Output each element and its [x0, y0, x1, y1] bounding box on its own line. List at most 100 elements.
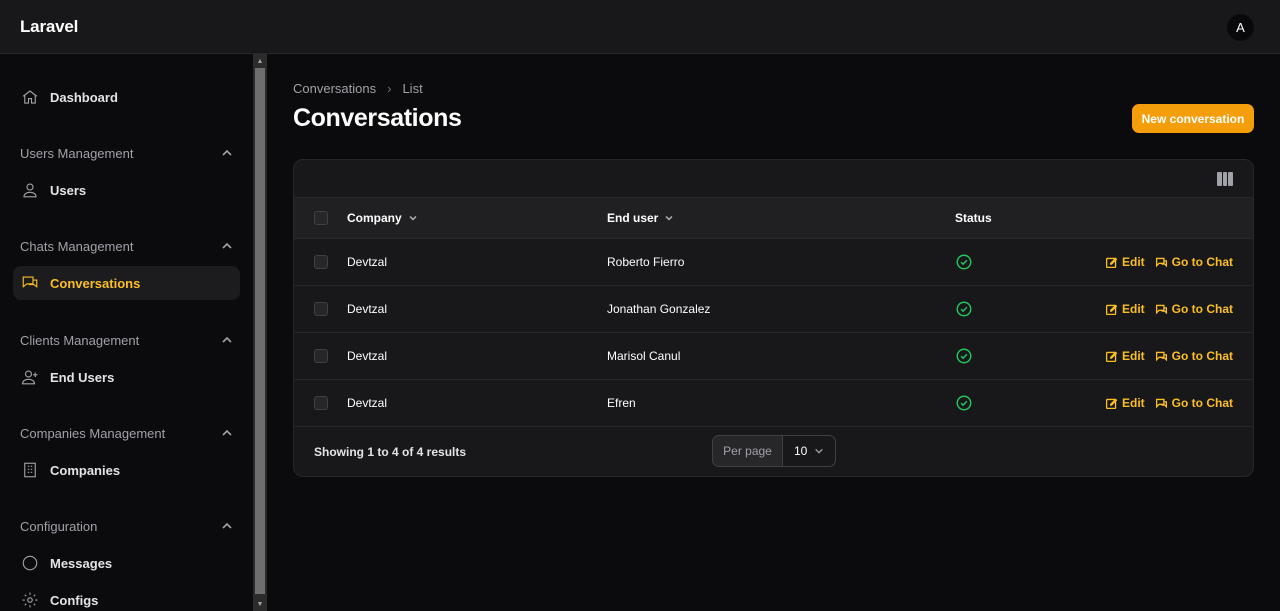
chat-bubbles-icon — [21, 274, 39, 292]
edit-label: Edit — [1122, 396, 1145, 410]
sidebar-item-messages[interactable]: Messages — [13, 546, 240, 580]
table-row: Devtzal Marisol Canul Edit Go to Chat — [294, 333, 1253, 380]
edit-button[interactable]: Edit — [1105, 302, 1145, 316]
columns-toggle-icon[interactable] — [1217, 172, 1234, 186]
new-conversation-button[interactable]: New conversation — [1132, 104, 1254, 133]
sidebar-item-conversations[interactable]: Conversations — [13, 266, 240, 300]
sidebar-item-companies[interactable]: Companies — [13, 453, 240, 487]
edit-button[interactable]: Edit — [1105, 255, 1145, 269]
sidebar-item-label: Companies — [50, 462, 121, 478]
cell-company: Devtzal — [347, 255, 388, 269]
check-circle-icon — [956, 254, 972, 270]
edit-label: Edit — [1122, 302, 1145, 316]
cell-company: Devtzal — [347, 349, 388, 363]
check-circle-icon — [956, 395, 972, 411]
chevron-up-icon — [222, 149, 232, 156]
row-actions: Edit Go to Chat — [1105, 396, 1233, 410]
chevron-down-icon — [665, 215, 673, 221]
edit-button[interactable]: Edit — [1105, 349, 1145, 363]
sidebar-item-label: Messages — [50, 555, 113, 571]
edit-icon — [1105, 304, 1118, 315]
pagination-summary: Showing 1 to 4 of 4 results — [314, 445, 467, 459]
per-page-value[interactable]: 10 — [783, 436, 835, 466]
go-to-chat-label: Go to Chat — [1171, 255, 1233, 269]
edit-button[interactable]: Edit — [1105, 396, 1145, 410]
column-header-end-user[interactable]: End user — [607, 211, 674, 225]
sidebar-item-end-users[interactable]: End Users — [13, 360, 240, 394]
sidebar-item-configs[interactable]: Configs — [13, 583, 240, 611]
edit-label: Edit — [1122, 349, 1145, 363]
edit-icon — [1105, 257, 1118, 268]
sidebar-group-users-management[interactable]: Users Management — [20, 143, 233, 163]
select-all-checkbox[interactable] — [314, 211, 328, 225]
breadcrumb-list: List — [402, 81, 423, 96]
chevron-down-icon — [815, 448, 823, 454]
column-label: End user — [607, 211, 659, 225]
row-checkbox[interactable] — [314, 255, 328, 269]
sidebar-scrollbar[interactable]: ▲ ▼ — [253, 54, 267, 611]
sidebar-item-dashboard[interactable]: Dashboard — [13, 80, 240, 114]
scrollbar-thumb[interactable] — [255, 68, 265, 594]
scroll-down-arrow-icon[interactable]: ▼ — [253, 597, 267, 611]
row-checkbox[interactable] — [314, 302, 328, 316]
column-header-status: Status — [955, 211, 992, 225]
user-plus-icon — [21, 368, 39, 386]
cell-status — [955, 394, 973, 412]
sidebar-group-chats-management[interactable]: Chats Management — [20, 236, 233, 256]
table-toolbar — [294, 160, 1253, 198]
breadcrumb-conversations[interactable]: Conversations — [293, 81, 376, 96]
row-actions: Edit Go to Chat — [1105, 302, 1233, 316]
go-to-chat-button[interactable]: Go to Chat — [1155, 255, 1233, 269]
sidebar-group-configuration[interactable]: Configuration — [20, 516, 233, 536]
table-footer: Showing 1 to 4 of 4 results Per page 10 — [294, 427, 1253, 476]
chevron-right-icon: › — [387, 81, 392, 96]
group-label: Users Management — [20, 145, 134, 161]
cell-status — [955, 253, 973, 271]
chat-bubbles-icon — [1155, 304, 1167, 314]
scroll-up-arrow-icon[interactable]: ▲ — [253, 54, 267, 68]
column-label: Company — [347, 211, 402, 225]
user-icon — [21, 181, 39, 199]
chat-bubbles-icon — [1155, 398, 1167, 408]
sidebar-item-label: Users — [50, 182, 87, 198]
breadcrumb: Conversations › List — [293, 81, 423, 96]
chat-bubbles-icon — [1155, 351, 1167, 361]
row-checkbox[interactable] — [314, 396, 328, 410]
chevron-up-icon — [222, 522, 232, 529]
cell-end-user: Marisol Canul — [607, 349, 681, 363]
table-header: Company End user Status — [294, 198, 1253, 239]
chevron-up-icon — [222, 242, 232, 249]
table-row: Devtzal Roberto Fierro Edit Go to Chat — [294, 239, 1253, 286]
top-bar: Laravel A — [0, 0, 1280, 54]
sidebar-group-companies-management[interactable]: Companies Management — [20, 423, 233, 443]
per-page-select[interactable]: Per page 10 — [712, 435, 836, 467]
sidebar: Dashboard Users Management Users Chats M… — [0, 54, 253, 611]
go-to-chat-button[interactable]: Go to Chat — [1155, 396, 1233, 410]
cell-company: Devtzal — [347, 302, 388, 316]
edit-icon — [1105, 351, 1118, 362]
avatar[interactable]: A — [1227, 14, 1254, 41]
column-header-company[interactable]: Company — [347, 211, 418, 225]
chat-dots-icon — [21, 554, 39, 572]
cell-end-user: Jonathan Gonzalez — [607, 302, 711, 316]
table-row: Devtzal Efren Edit Go to Chat — [294, 380, 1253, 427]
chevron-down-icon — [409, 215, 417, 221]
main-content: Conversations › List Conversations New c… — [267, 54, 1280, 611]
sidebar-item-label: Conversations — [50, 275, 141, 291]
sidebar-group-clients-management[interactable]: Clients Management — [20, 330, 233, 350]
per-page-value-text: 10 — [794, 444, 808, 458]
chevron-up-icon — [222, 429, 232, 436]
column-label: Status — [955, 211, 992, 225]
home-icon — [21, 88, 39, 106]
brand-logo[interactable]: Laravel — [20, 17, 78, 37]
go-to-chat-label: Go to Chat — [1171, 349, 1233, 363]
cell-end-user: Roberto Fierro — [607, 255, 685, 269]
go-to-chat-button[interactable]: Go to Chat — [1155, 302, 1233, 316]
cell-status — [955, 347, 973, 365]
edit-icon — [1105, 398, 1118, 409]
row-checkbox[interactable] — [314, 349, 328, 363]
sidebar-item-users[interactable]: Users — [13, 173, 240, 207]
cell-end-user: Efren — [607, 396, 636, 410]
gear-icon — [21, 591, 39, 609]
go-to-chat-button[interactable]: Go to Chat — [1155, 349, 1233, 363]
